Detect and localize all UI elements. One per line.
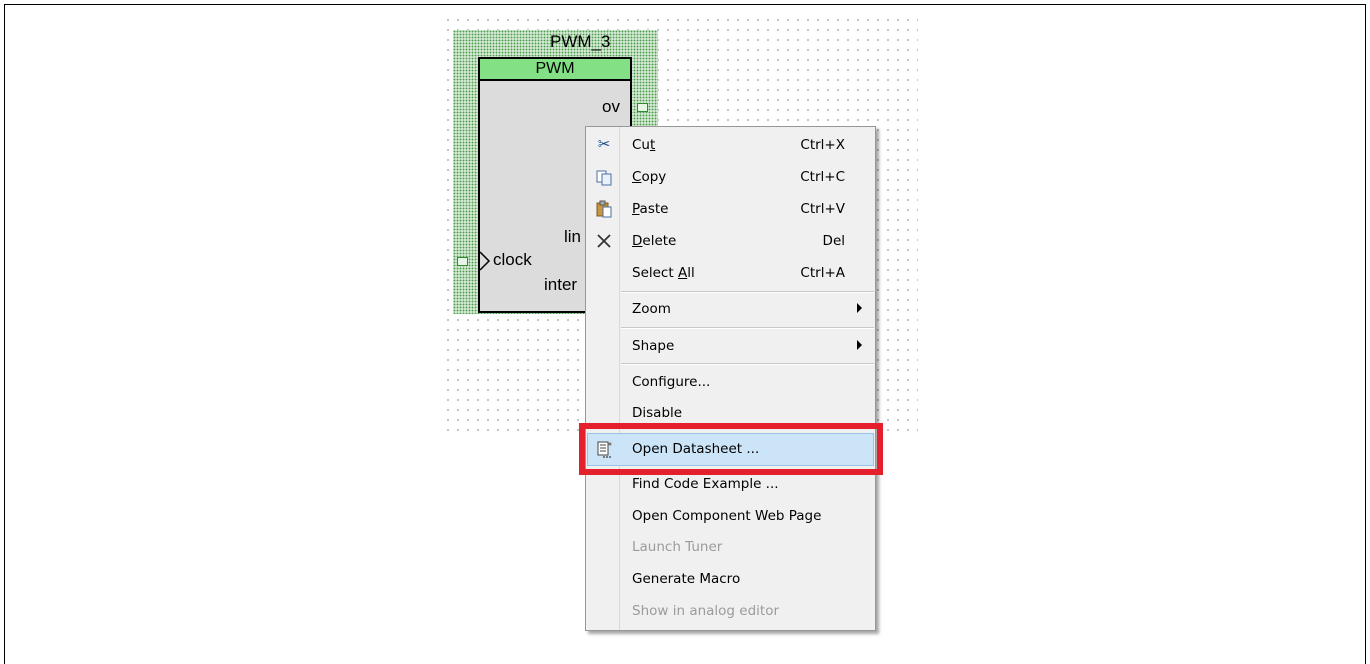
- menu-item-label: Launch Tuner: [632, 539, 723, 555]
- menu-item-label: Paste: [632, 201, 669, 217]
- submenu-arrow-icon: [857, 303, 862, 313]
- menu-item-label: Delete: [632, 233, 677, 249]
- menu-item-zoom[interactable]: Zoom: [587, 294, 872, 324]
- component-header[interactable]: PWM: [478, 57, 632, 81]
- copy-icon: [595, 168, 613, 186]
- menu-item-cut[interactable]: ✂ Cut Ctrl+X: [587, 130, 872, 160]
- pin-label-clock: clock: [493, 250, 532, 269]
- menu-separator: [621, 291, 874, 293]
- menu-item-label: Generate Macro: [632, 571, 741, 587]
- menu-item-label: Find Code Example ...: [632, 476, 779, 492]
- menu-item-shortcut: Del: [822, 233, 845, 249]
- pin-label-lin: lin: [564, 227, 582, 246]
- pin-label-inter: inter: [544, 275, 578, 294]
- delete-x-icon: [595, 232, 613, 250]
- component-instance-name: PWM_3: [550, 32, 611, 51]
- menu-item-launch-tuner: Launch Tuner: [587, 532, 872, 562]
- paste-icon: [595, 200, 613, 218]
- menu-item-label: Cut: [632, 137, 656, 153]
- menu-item-label: Disable: [632, 405, 683, 421]
- menu-separator: [621, 327, 874, 329]
- menu-item-label: Configure...: [632, 374, 711, 390]
- menu-item-shape[interactable]: Shape: [587, 331, 872, 361]
- menu-item-select-all[interactable]: Select All Ctrl+A: [587, 258, 872, 288]
- menu-item-shortcut: Ctrl+A: [800, 265, 845, 281]
- menu-item-shortcut: Ctrl+C: [800, 169, 845, 185]
- clock-arrow-icon: [479, 251, 491, 271]
- menu-item-label: Select All: [632, 265, 695, 281]
- pin-port-ov[interactable]: [637, 103, 648, 112]
- menu-item-shortcut: Ctrl+V: [800, 201, 845, 217]
- menu-item-label: Zoom: [632, 301, 671, 317]
- menu-item-label: Show in analog editor: [632, 603, 780, 619]
- menu-item-configure[interactable]: Configure...: [587, 367, 872, 397]
- menu-separator: [621, 363, 874, 365]
- pin-port-clock[interactable]: [457, 257, 468, 266]
- menu-item-shortcut: Ctrl+X: [800, 137, 845, 153]
- menu-item-paste[interactable]: Paste Ctrl+V: [587, 194, 872, 224]
- scissors-icon: ✂: [597, 136, 611, 153]
- submenu-arrow-icon: [857, 340, 862, 350]
- menu-item-show-in-analog-editor: Show in analog editor: [587, 596, 872, 626]
- menu-item-label: Open Component Web Page: [632, 508, 822, 524]
- menu-item-label: Shape: [632, 338, 675, 354]
- menu-item-open-component-web-page[interactable]: Open Component Web Page: [587, 501, 872, 531]
- annotation-highlight-box: [579, 423, 883, 475]
- menu-item-generate-macro[interactable]: Generate Macro: [587, 564, 872, 594]
- menu-item-delete[interactable]: Delete Del: [587, 226, 872, 256]
- menu-item-copy[interactable]: Copy Ctrl+C: [587, 162, 872, 192]
- menu-item-label: Copy: [632, 169, 667, 185]
- pin-label-ov: ov: [602, 97, 620, 116]
